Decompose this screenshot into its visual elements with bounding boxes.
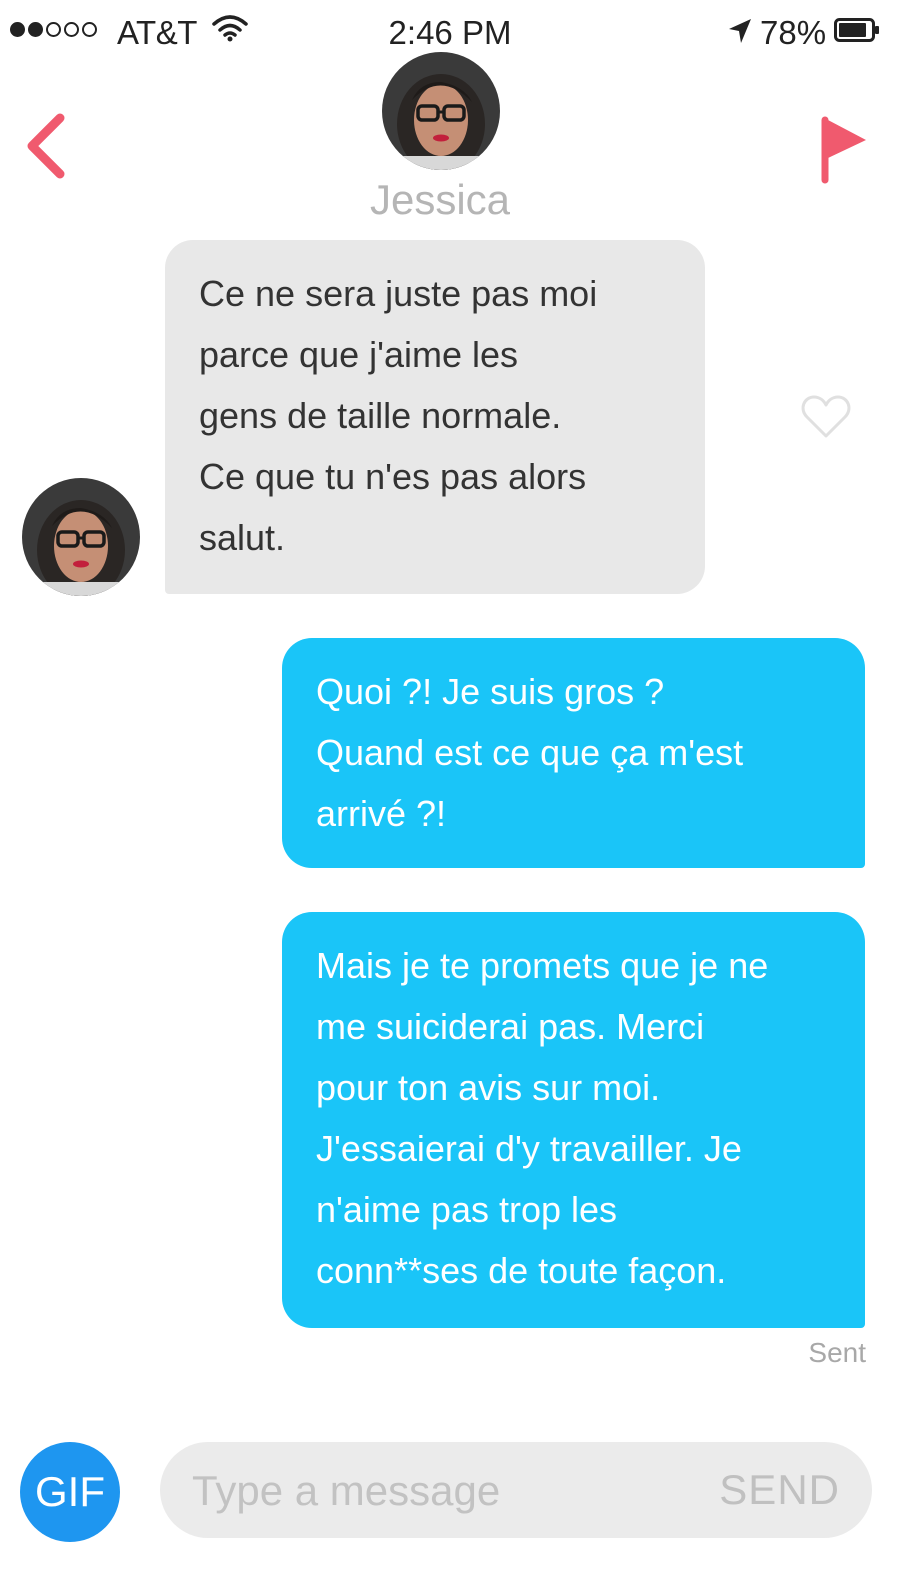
gif-button[interactable]: GIF <box>20 1442 120 1542</box>
battery-icon <box>834 18 879 42</box>
like-heart-icon[interactable] <box>800 394 852 440</box>
avatar-photo <box>22 478 140 596</box>
sent-message-bubble[interactable]: Quoi ?! Je suis gros ? Quand est ce que … <box>282 638 865 868</box>
message-input[interactable] <box>190 1442 694 1540</box>
report-flag-button[interactable] <box>812 110 872 186</box>
flag-icon <box>821 116 866 184</box>
location-arrow-icon <box>729 19 751 43</box>
contact-name: Jessica <box>369 176 511 223</box>
back-button[interactable] <box>22 110 72 182</box>
avatar-photo <box>382 52 500 170</box>
message-composer: SEND <box>160 1442 872 1540</box>
sent-message-bubble[interactable]: Mais je te promets que je ne me suicider… <box>282 912 865 1328</box>
contact-avatar[interactable] <box>382 52 500 170</box>
chevron-left-icon <box>27 113 65 179</box>
sent-status-label: Sent <box>808 1337 866 1368</box>
received-message-bubble[interactable]: Ce ne sera juste pas moi parce que j'aim… <box>165 240 705 594</box>
battery-percentage: 78% <box>760 14 827 51</box>
send-button[interactable]: SEND <box>719 1442 840 1538</box>
sender-avatar[interactable] <box>22 478 140 596</box>
